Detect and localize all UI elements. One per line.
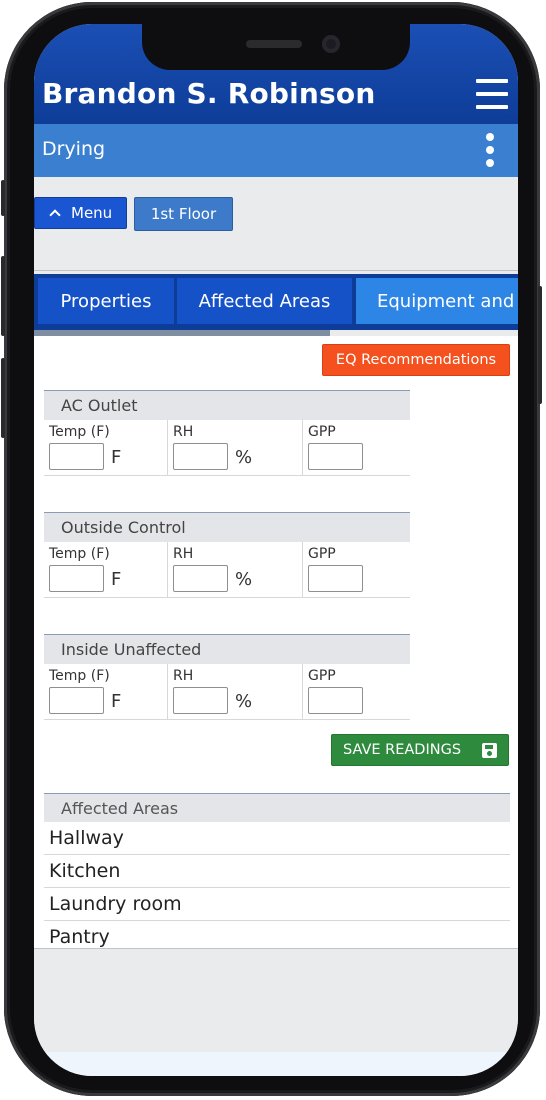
rh-unit: % xyxy=(235,691,253,712)
temp-label: Temp (F) xyxy=(49,546,110,562)
list-item[interactable]: Laundry room xyxy=(44,888,510,921)
floppy-disk-icon xyxy=(482,743,497,758)
home-indicator-area xyxy=(34,1052,518,1076)
hamburger-menu-icon[interactable] xyxy=(476,78,508,110)
floor-button[interactable]: 1st Floor xyxy=(134,197,233,231)
nav-button-row: Menu 1st Floor xyxy=(34,177,518,271)
temp-input[interactable] xyxy=(49,687,104,714)
phone-screen: Brandon S. Robinson Drying Menu 1st Floo… xyxy=(34,24,518,1076)
gpp-label: GPP xyxy=(308,546,336,562)
footer-area xyxy=(34,948,518,1053)
temp-unit: F xyxy=(111,447,122,468)
subheader: Drying xyxy=(34,124,518,177)
volume-down-button xyxy=(1,358,5,438)
rh-label: RH xyxy=(173,546,194,562)
tab-equipment[interactable]: Equipment and xyxy=(356,278,518,324)
rh-unit: % xyxy=(235,447,253,468)
save-readings-label: SAVE READINGS xyxy=(343,742,462,758)
gpp-label: GPP xyxy=(308,668,336,684)
gpp-input[interactable] xyxy=(308,565,363,592)
rh-label: RH xyxy=(173,668,194,684)
affected-areas-list: Affected Areas Hallway Kitchen Laundry r… xyxy=(44,793,510,954)
reading-title: Outside Control xyxy=(44,512,410,542)
rh-input[interactable] xyxy=(173,443,228,470)
volume-up-button xyxy=(1,256,5,336)
gpp-input[interactable] xyxy=(308,687,363,714)
main-content: EQ Recommendations AC Outlet Temp (F) F … xyxy=(34,336,518,948)
temp-label: Temp (F) xyxy=(49,424,110,440)
reading-ac-outlet: AC Outlet Temp (F) F RH % GPP xyxy=(44,390,410,476)
temp-unit: F xyxy=(111,569,122,590)
power-button xyxy=(538,286,542,404)
phone-frame: Brandon S. Robinson Drying Menu 1st Floo… xyxy=(1,2,542,1096)
tab-bar: Properties Affected Areas Equipment and xyxy=(34,274,518,330)
reading-title: AC Outlet xyxy=(44,390,410,420)
rh-unit: % xyxy=(235,569,253,590)
chevron-up-icon xyxy=(49,209,61,221)
rh-input[interactable] xyxy=(173,687,228,714)
reading-outside-control: Outside Control Temp (F) F RH % GPP xyxy=(44,512,410,598)
tab-properties[interactable]: Properties xyxy=(38,278,174,324)
front-camera xyxy=(322,35,340,53)
temp-label: Temp (F) xyxy=(49,668,110,684)
more-options-icon[interactable] xyxy=(482,133,498,167)
eq-recommendations-button[interactable]: EQ Recommendations xyxy=(322,344,510,376)
user-name: Brandon S. Robinson xyxy=(42,77,376,110)
rh-input[interactable] xyxy=(173,565,228,592)
affected-areas-heading: Affected Areas xyxy=(44,793,510,822)
mute-switch xyxy=(1,180,5,216)
rh-label: RH xyxy=(173,424,194,440)
list-item[interactable]: Hallway xyxy=(44,822,510,855)
list-item[interactable]: Kitchen xyxy=(44,855,510,888)
menu-button-label: Menu xyxy=(71,204,113,222)
notch xyxy=(142,24,410,70)
gpp-label: GPP xyxy=(308,424,336,440)
gpp-input[interactable] xyxy=(308,443,363,470)
tab-affected-areas[interactable]: Affected Areas xyxy=(177,278,352,324)
menu-button[interactable]: Menu xyxy=(34,197,127,229)
temp-input[interactable] xyxy=(49,565,104,592)
speaker-grille xyxy=(246,40,302,48)
reading-title: Inside Unaffected xyxy=(44,634,410,664)
reading-inside-unaffected: Inside Unaffected Temp (F) F RH % GPP xyxy=(44,634,410,720)
save-readings-button[interactable]: SAVE READINGS xyxy=(331,734,509,766)
temp-unit: F xyxy=(111,691,122,712)
page-title: Drying xyxy=(42,138,106,160)
temp-input[interactable] xyxy=(49,443,104,470)
